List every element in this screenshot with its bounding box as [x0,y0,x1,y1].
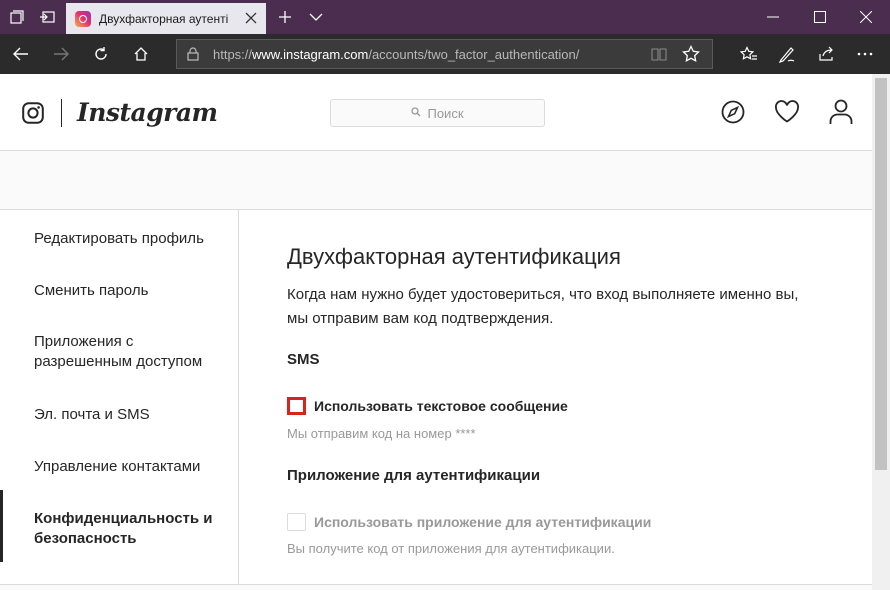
favorites-icon[interactable] [732,38,766,70]
minimize-icon[interactable] [750,0,796,34]
sms-checkbox-label[interactable]: Использовать текстовое сообщение [314,398,568,414]
search-input[interactable]: Поиск [330,99,545,127]
sms-checkbox[interactable] [287,397,306,415]
browser-titlebar: Двухфакторная аутентi [0,0,890,34]
explore-icon[interactable] [719,98,747,126]
auth-app-checkbox[interactable] [287,513,306,531]
page-title: Двухфакторная аутентификация [287,244,621,269]
url-scheme: https:// [213,47,253,62]
sms-hint: Мы отправим код на номер **** [287,426,476,441]
sidebar-item-change-password[interactable]: Сменить пароль [34,281,229,301]
auth-app-section-title: Приложение для аутентификации [287,467,541,484]
close-icon[interactable] [843,0,889,34]
sms-option[interactable]: Использовать текстовое сообщение [287,397,568,415]
auth-app-option[interactable]: Использовать приложение для аутентификац… [287,513,651,531]
settings-card: Редактировать профиль Сменить пароль При… [0,209,872,585]
sidebar-item-privacy-security[interactable]: Конфиденциальность и безопасность [34,509,229,549]
instagram-header: Instagram Поиск [0,74,872,151]
auth-app-hint: Вы получите код от приложения для аутент… [287,541,615,556]
page-content: Instagram Поиск Редактировать профиль См… [0,74,872,590]
tab-title: Двухфакторная аутентi [99,11,229,26]
back-icon[interactable] [4,38,38,70]
address-bar[interactable]: https://www.instagram.com/accounts/two_f… [176,39,713,69]
sidebar-item-manage-contacts[interactable]: Управление контактами [34,457,229,477]
url-text[interactable]: https://www.instagram.com/accounts/two_f… [213,47,579,62]
instagram-favicon-icon [75,10,91,27]
set-aside-tabs-icon[interactable] [32,0,62,34]
lock-icon[interactable] [187,47,199,66]
chevron-down-icon[interactable] [301,0,331,34]
heart-icon[interactable] [773,98,801,126]
active-indicator [0,490,3,562]
refresh-icon[interactable] [84,38,118,70]
notes-icon[interactable] [770,38,804,70]
url-host: www.instagram.com [252,47,369,62]
star-icon[interactable] [682,44,700,68]
search-placeholder: Поиск [427,105,464,121]
page-description: Когда нам нужно будет удостовериться, чт… [287,286,799,327]
sidebar-item-email-sms[interactable]: Эл. почта и SMS [34,405,229,425]
search-icon [411,104,421,122]
sidebar-item-authorized-apps[interactable]: Приложения с разрешенным доступом [34,332,229,372]
sidebar-item-edit-profile[interactable]: Редактировать профиль [34,229,229,249]
profile-icon[interactable] [827,98,855,126]
instagram-wordmark[interactable]: Instagram [77,98,218,127]
logo-divider [61,99,62,127]
home-icon[interactable] [124,38,158,70]
forward-icon[interactable] [44,38,78,70]
close-icon[interactable] [244,11,258,25]
maximize-icon[interactable] [797,0,843,34]
browser-navbar: https://www.instagram.com/accounts/two_f… [0,34,890,74]
auth-app-checkbox-label[interactable]: Использовать приложение для аутентификац… [314,514,651,530]
browser-tab[interactable]: Двухфакторная аутентi [66,3,266,34]
sms-section-title: SMS [287,351,320,368]
page-scrollbar[interactable] [872,74,890,590]
tab-manager-icon[interactable] [2,0,32,34]
two-factor-panel: Двухфакторная аутентификация Когда нам н… [287,210,847,584]
share-icon[interactable] [810,38,844,70]
url-path: /accounts/two_factor_authentication/ [368,47,580,62]
reading-view-icon[interactable] [651,46,667,67]
scrollbar-thumb[interactable] [875,78,887,470]
instagram-glyph-icon[interactable] [22,102,44,129]
more-icon[interactable] [848,38,882,70]
new-tab-icon[interactable] [270,0,300,34]
settings-sidebar: Редактировать профиль Сменить пароль При… [0,210,239,584]
